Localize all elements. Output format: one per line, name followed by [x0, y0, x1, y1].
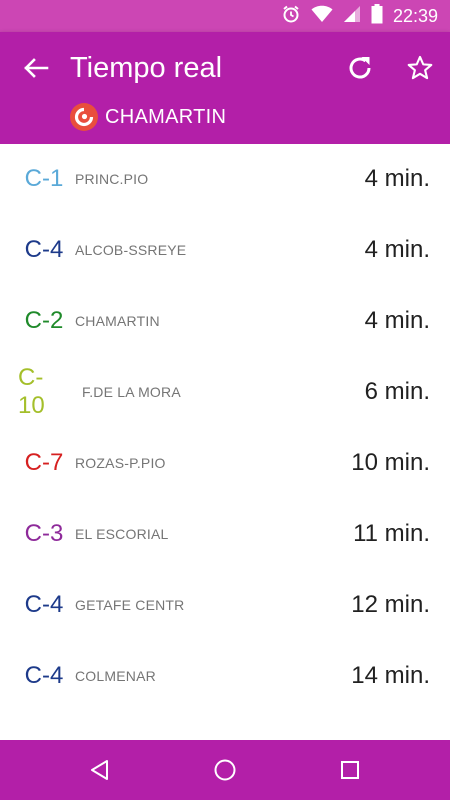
line-code: C-7	[24, 449, 64, 476]
star-outline-icon	[407, 55, 433, 80]
back-arrow-icon	[24, 58, 49, 78]
back-button[interactable]	[18, 50, 54, 86]
line-code: C-4	[24, 236, 64, 263]
status-time: 22:39	[392, 5, 438, 26]
line-code: C-4	[24, 662, 64, 689]
station-selector[interactable]: CHAMARTIN	[70, 102, 226, 132]
nav-back-button[interactable]	[80, 750, 120, 790]
app-bar: Tiempo real CHAMARTIN	[0, 32, 450, 144]
status-icons: 22:39	[281, 0, 438, 32]
system-nav-bar	[0, 740, 450, 800]
line-code: C-1	[24, 165, 64, 192]
destination-label: ALCOB-SSREYE	[75, 242, 187, 258]
departures-list: C-1 PRINC.PIO 4 min. C-4 ALCOB-SSREYE 4 min. C…	[0, 144, 450, 740]
arrival-time: 6 min.	[364, 378, 430, 405]
departure-row[interactable]: C-4 GETAFE CENTR 12 min.	[0, 570, 450, 640]
destination-label: F.DE LA MORA	[82, 384, 181, 400]
destination-label: CHAMARTIN	[75, 313, 160, 329]
battery-icon	[371, 3, 383, 29]
refresh-icon	[349, 57, 371, 79]
refresh-button[interactable]	[342, 50, 378, 86]
departure-row[interactable]: C-1 PRINC.PIO 4 min.	[0, 144, 450, 214]
destination-label: ROZAS-P.PIO	[75, 455, 166, 471]
nav-recents-button[interactable]	[330, 750, 370, 790]
home-circle-icon	[214, 759, 236, 781]
station-name: CHAMARTIN	[105, 105, 227, 128]
nav-home-button[interactable]	[205, 750, 245, 790]
arrival-time: 11 min.	[353, 520, 430, 547]
arrival-time: 4 min.	[364, 165, 430, 192]
signal-icon	[343, 5, 361, 28]
line-code: C-10	[18, 364, 45, 419]
departure-row[interactable]: C-4 ALCOB-SSREYE 4 min.	[0, 215, 450, 285]
line-code: C-3	[24, 520, 64, 547]
departure-row[interactable]: C-3 EL ESCORIAL 11 min.	[0, 499, 450, 569]
arrival-time: 4 min.	[364, 236, 430, 263]
destination-label: EL ESCORIAL	[75, 526, 169, 542]
status-bar: 22:39	[0, 0, 450, 32]
departure-row[interactable]: C-4 COLMENAR 14 min.	[0, 641, 450, 711]
arrival-time: 14 min.	[351, 662, 430, 689]
departure-row[interactable]: C-2 CHAMARTIN 4 min.	[0, 286, 450, 356]
page-title: Tiempo real	[70, 52, 223, 84]
back-triangle-icon	[91, 760, 108, 780]
recents-square-icon	[341, 761, 359, 779]
favorite-button[interactable]	[402, 50, 438, 86]
departure-row[interactable]: C-10 F.DE LA MORA 6 min.	[0, 357, 450, 427]
wifi-icon	[311, 5, 333, 28]
line-code: C-2	[24, 307, 64, 334]
station-logo-icon	[70, 103, 98, 131]
arrival-time: 4 min.	[364, 307, 430, 334]
alarm-icon	[281, 4, 301, 29]
destination-label: PRINC.PIO	[75, 171, 149, 187]
departure-row[interactable]: C-7 ROZAS-P.PIO 10 min.	[0, 428, 450, 498]
destination-label: GETAFE CENTR	[75, 597, 185, 613]
destination-label: COLMENAR	[75, 668, 156, 684]
arrival-time: 10 min.	[351, 449, 430, 476]
line-code: C-4	[24, 591, 64, 618]
arrival-time: 12 min.	[351, 591, 430, 618]
